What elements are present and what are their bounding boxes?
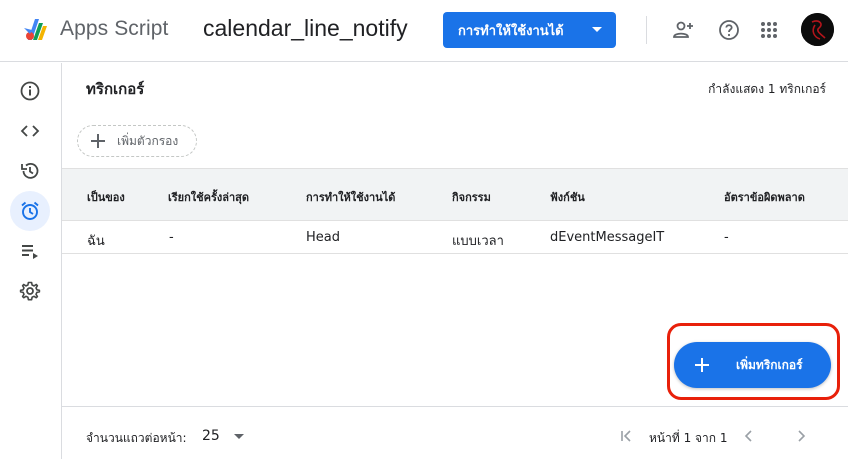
cell-owner: ฉัน [87,234,105,249]
history-icon [21,162,39,179]
app-name[interactable]: Apps Script [60,17,168,41]
column-header-function[interactable]: ฟังก์ชัน [550,188,585,206]
apps-grid-icon[interactable] [756,17,782,43]
sidebar-item-settings[interactable] [10,271,50,311]
add-trigger-button[interactable]: เพิ่มทริกเกอร์ [674,342,831,388]
gear-icon [19,281,41,301]
rows-per-page-value: 25 [202,428,220,444]
plus-icon [91,134,105,148]
sidebar-item-executions[interactable] [10,151,50,191]
table-header: เป็นของ เรียกใช้ครั้งล่าสุด การทำให้ใช้ง… [62,168,848,221]
column-header-error-rate[interactable]: อัตราข้อผิดพลาด [724,188,805,206]
column-header-deployment[interactable]: การทำให้ใช้งานได้ [306,188,395,206]
cell-deployment: Head [306,230,340,245]
add-trigger-label: เพิ่มทริกเกอร์ [736,357,803,372]
column-header-owner[interactable]: เป็นของ [87,188,125,206]
triggers-panel: ทริกเกอร์ กำลังแสดง 1 ทริกเกอร์ เพิ่มตัว… [62,63,848,459]
add-filter-button[interactable]: เพิ่มตัวกรอง [77,125,197,157]
pagination-footer: จำนวนแถวต่อหน้า: 25 หน้าที่ 1 จาก 1 [62,406,848,459]
alarm-clock-icon [21,201,39,220]
page-info: หน้าที่ 1 จาก 1 [649,431,728,445]
deploy-button[interactable]: การทำให้ใช้งานได้ [443,12,616,48]
sidebar-item-triggers[interactable] [10,191,50,231]
topbar-divider [646,16,647,44]
column-header-last-run[interactable]: เรียกใช้ครั้งล่าสุด [168,188,249,206]
page-title: ทริกเกอร์ [86,80,145,98]
deploy-button-label: การทำให้ใช้งานได้ [458,23,564,39]
chevron-left-icon [744,430,752,442]
sidebar-item-editor[interactable] [10,111,50,151]
playlist-play-icon [22,245,38,259]
column-header-event[interactable]: กิจกรรม [452,188,491,206]
cell-function: dEventMessageIT [550,230,665,245]
top-app-bar: Apps Script calendar_line_notify การทำให… [0,0,848,62]
left-navigation-rail [0,63,62,459]
chevron-down-icon [233,433,244,439]
code-icon [20,125,40,137]
cell-event: แบบเวลา [452,234,504,249]
add-filter-label: เพิ่มตัวกรอง [117,133,179,148]
rows-per-page-select[interactable]: 25 [202,425,250,447]
sidebar-item-executions-list[interactable] [10,231,50,271]
chevron-down-icon [592,27,602,32]
apps-script-logo-icon[interactable] [22,14,52,44]
chevron-right-icon [798,430,806,442]
table-row[interactable]: ฉัน - Head แบบเวลา dEventMessageIT - [62,221,848,254]
share-person-icon[interactable] [670,17,696,43]
first-page-icon [621,430,631,442]
trigger-count-label: กำลังแสดง 1 ทริกเกอร์ [708,82,826,96]
next-page-button[interactable] [788,423,814,449]
first-page-button[interactable] [614,423,640,449]
rows-per-page-label: จำนวนแถวต่อหน้า: [86,431,187,445]
avatar[interactable] [801,13,834,46]
info-icon [20,81,40,101]
previous-page-button[interactable] [736,423,762,449]
help-icon[interactable] [716,17,742,43]
plus-icon [695,358,709,372]
cell-error-rate: - [724,230,729,245]
project-name[interactable]: calendar_line_notify [203,15,408,42]
cell-last-run: - [169,230,174,245]
sidebar-item-overview[interactable] [10,71,50,111]
